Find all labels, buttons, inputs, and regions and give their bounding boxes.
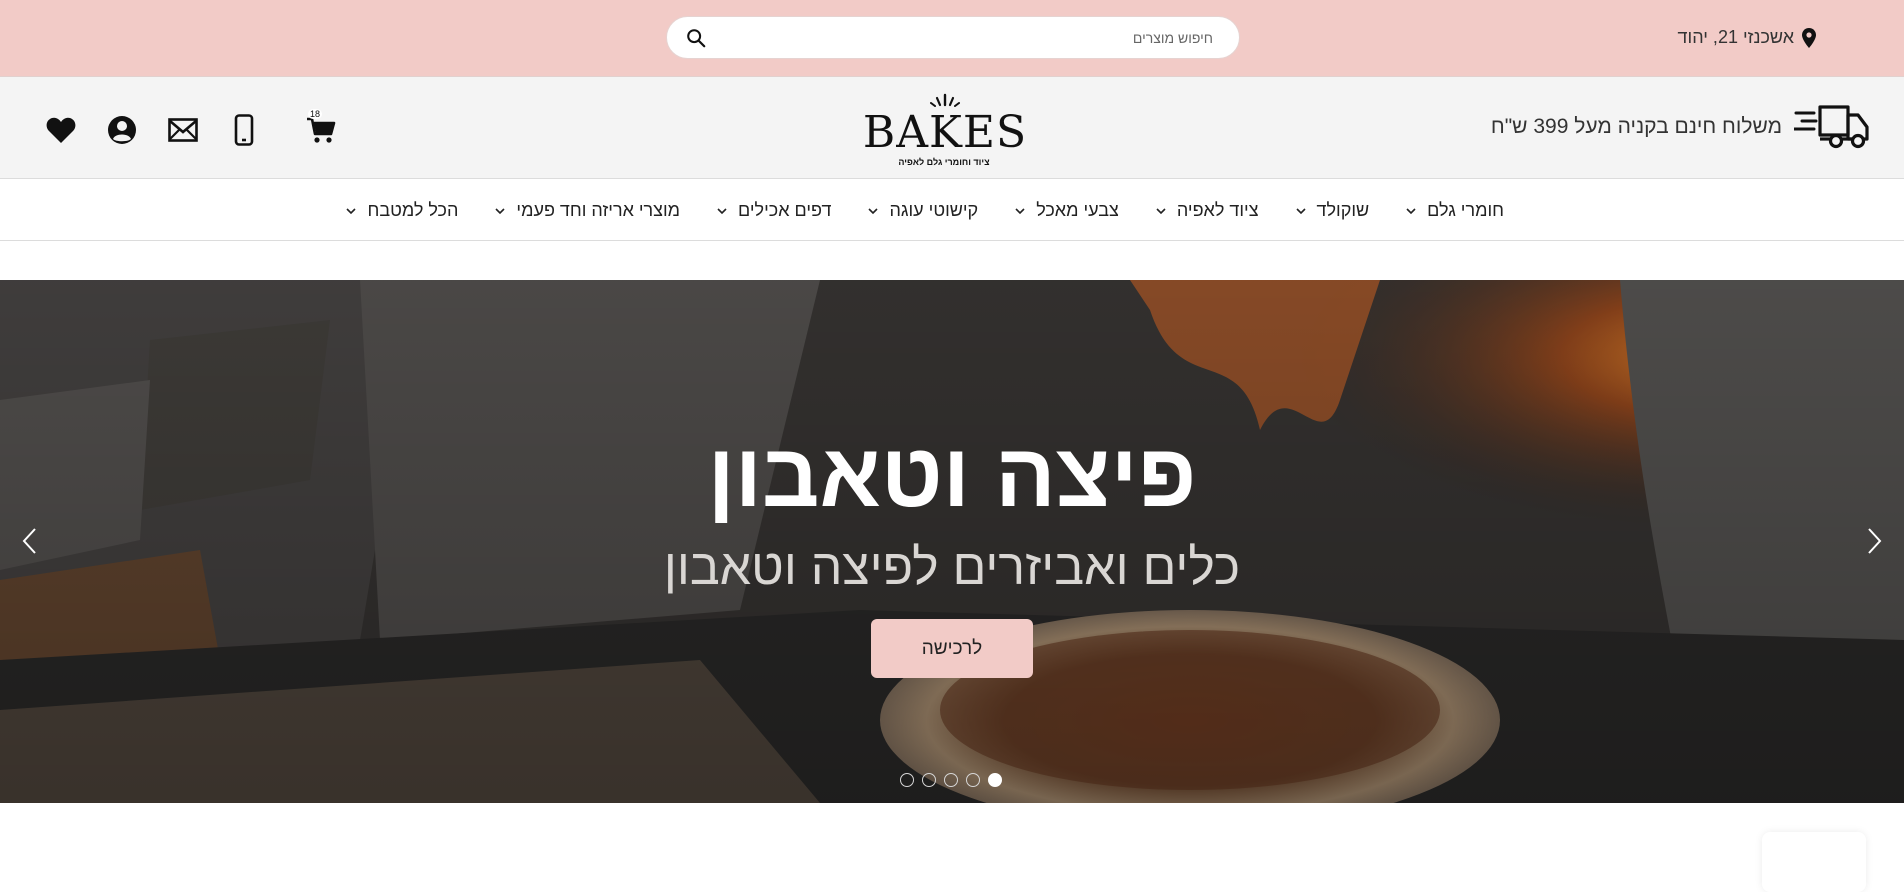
nav-item-label: הכל למטבח [367, 200, 459, 220]
chevron-down-icon [1406, 207, 1416, 214]
next-slide-icon[interactable] [1862, 526, 1886, 556]
main-navigation: חומרי גלם שוקולד ציוד לאפיה צבעי מאכל קי… [0, 180, 1904, 241]
contact-mail-button[interactable] [166, 113, 200, 147]
chevron-down-icon [717, 207, 727, 214]
address-text: אשכנזי 21, יהוד [1677, 27, 1794, 47]
site-header: משלוח חינם בקניה מעל 399 ש"ח BAKES ציוד … [0, 76, 1904, 179]
nav-item-chocolate[interactable]: שוקולד [1295, 200, 1370, 221]
chevron-down-icon [1156, 207, 1166, 214]
search-box [666, 16, 1240, 59]
slider-dot-active[interactable] [988, 773, 1002, 787]
cart-button[interactable]: 18 [304, 109, 338, 147]
hero-subtitle: כלים ואביזרים לפיצה וטאבון [663, 539, 1241, 595]
map-pin-icon [1802, 27, 1816, 48]
cart-count-badge: 18 [308, 109, 323, 119]
chevron-down-icon [1015, 207, 1025, 214]
hero-slider: פיצה וטאבון כלים ואביזרים לפיצה וטאבון ל… [0, 280, 1904, 803]
chevron-down-icon [868, 207, 879, 214]
mail-icon [168, 118, 198, 142]
logo-wordmark: BAKES [862, 107, 1028, 158]
floating-widget[interactable] [1762, 832, 1866, 892]
cart-icon [307, 117, 336, 143]
nav-item-label: שוקולד [1316, 200, 1370, 220]
nav-item-label: חומרי גלם [1427, 200, 1504, 220]
phone-icon [234, 114, 254, 146]
search-input[interactable] [733, 25, 1213, 51]
nav-item-edible-sheets[interactable]: דפים אכילים [716, 200, 831, 221]
account-icon [108, 116, 136, 144]
heart-icon [46, 117, 76, 143]
top-bar: אשכנזי 21, יהוד [0, 0, 1904, 76]
nav-item-label: קישוטי עוגה [889, 200, 979, 220]
nav-item-label: צבעי מאכל [1036, 200, 1119, 220]
nav-item-cake-decorations[interactable]: קישוטי עוגה [867, 200, 978, 221]
slider-dot[interactable] [922, 773, 936, 787]
nav-item-food-coloring[interactable]: צבעי מאכל [1014, 200, 1119, 221]
slider-dot[interactable] [900, 773, 914, 787]
hero-title: פיצה וטאבון [707, 426, 1197, 526]
site-logo[interactable]: BAKES ציוד וחומרי גלם לאפיה [852, 89, 1036, 169]
shipping-text: משלוח חינם בקניה מעל 399 ש"ח [1490, 115, 1782, 138]
free-shipping-banner: משלוח חינם בקניה מעל 399 ש"ח [1491, 99, 1870, 155]
phone-button[interactable] [227, 113, 261, 147]
nav-item-kitchen[interactable]: הכל למטבח [345, 200, 458, 221]
prev-slide-icon[interactable] [18, 526, 42, 556]
nav-item-label: מוצרי אריזה וחד פעמי [516, 200, 681, 220]
nav-item-packaging[interactable]: מוצרי אריזה וחד פעמי [494, 200, 680, 221]
delivery-truck-icon [1794, 105, 1869, 149]
shop-now-button[interactable]: לרכישה [871, 619, 1033, 678]
nav-item-label: ציוד לאפיה [1176, 200, 1259, 220]
nav-item-label: דפים אכילים [738, 200, 832, 220]
slider-dot[interactable] [944, 773, 958, 787]
header-icons: 18 [44, 109, 365, 147]
nav-item-baking-equipment[interactable]: ציוד לאפיה [1155, 200, 1259, 221]
slider-dots [900, 773, 1010, 787]
chevron-down-icon [495, 207, 505, 214]
slider-dot[interactable] [966, 773, 980, 787]
nav-item-raw-materials[interactable]: חומרי גלם [1405, 200, 1504, 221]
account-button[interactable] [105, 113, 139, 147]
wishlist-button[interactable] [44, 113, 78, 147]
chevron-down-icon [1295, 207, 1306, 214]
chevron-down-icon [346, 207, 357, 214]
logo-tagline: ציוד וחומרי גלם לאפיה [898, 157, 990, 167]
search-icon[interactable] [685, 27, 707, 49]
store-address: אשכנזי 21, יהוד [1678, 27, 1816, 48]
